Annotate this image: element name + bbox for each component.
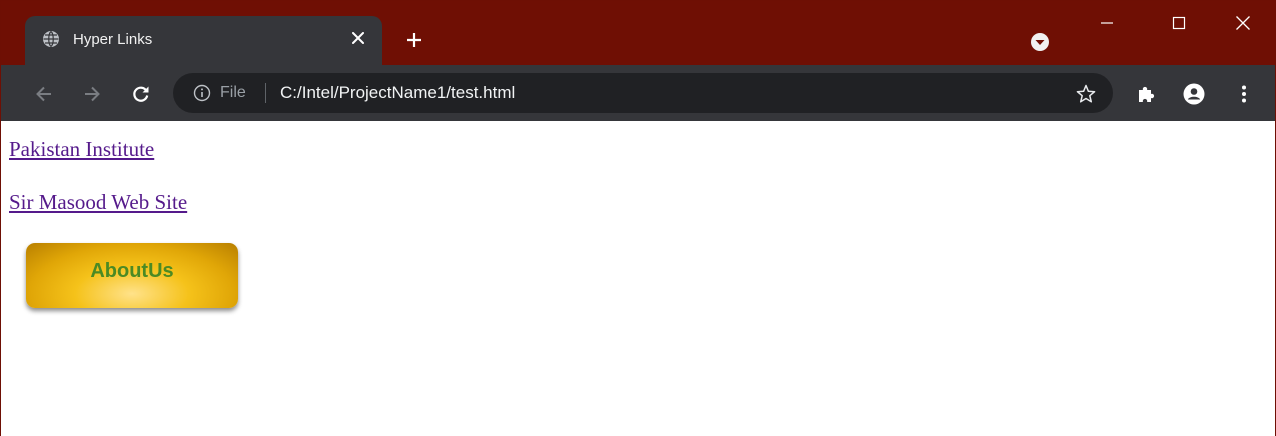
browser-window: Hyper Links File C:/Intel/ProjectName1/t… (0, 0, 1276, 436)
kebab-menu-icon[interactable] (1233, 83, 1255, 105)
maximize-icon[interactable] (1151, 1, 1207, 45)
page-content: Pakistan Institute Sir Masood Web Site A… (1, 121, 1275, 436)
address-bar[interactable]: File C:/Intel/ProjectName1/test.html (173, 73, 1113, 113)
tab-title: Hyper Links (73, 31, 153, 48)
new-tab-icon[interactable] (401, 27, 427, 53)
about-us-button[interactable]: AboutUs (26, 243, 238, 308)
url-text[interactable]: C:/Intel/ProjectName1/test.html (280, 83, 515, 103)
link-pakistan-institute[interactable]: Pakistan Institute (9, 137, 154, 162)
globe-icon (42, 30, 60, 48)
address-divider (265, 83, 266, 103)
about-us-label: AboutUs (90, 260, 174, 282)
tab-hyper-links[interactable]: Hyper Links (25, 16, 382, 65)
extensions-puzzle-icon[interactable] (1135, 83, 1157, 105)
info-icon[interactable] (193, 84, 211, 102)
bookmark-star-icon[interactable] (1075, 83, 1097, 105)
tab-search-dropdown-icon[interactable] (1030, 32, 1050, 52)
back-arrow-icon[interactable] (31, 81, 57, 107)
forward-arrow-icon[interactable] (79, 81, 105, 107)
reload-icon[interactable] (128, 81, 154, 107)
title-bar: Hyper Links (1, 1, 1275, 65)
browser-toolbar: File C:/Intel/ProjectName1/test.html (1, 65, 1275, 121)
window-close-icon[interactable] (1215, 1, 1271, 45)
profile-avatar-icon[interactable] (1183, 83, 1205, 105)
close-tab-icon[interactable] (347, 27, 369, 49)
link-sir-masood-web-site[interactable]: Sir Masood Web Site (9, 190, 187, 215)
minimize-icon[interactable] (1079, 1, 1135, 45)
file-scheme-label: File (220, 84, 246, 101)
